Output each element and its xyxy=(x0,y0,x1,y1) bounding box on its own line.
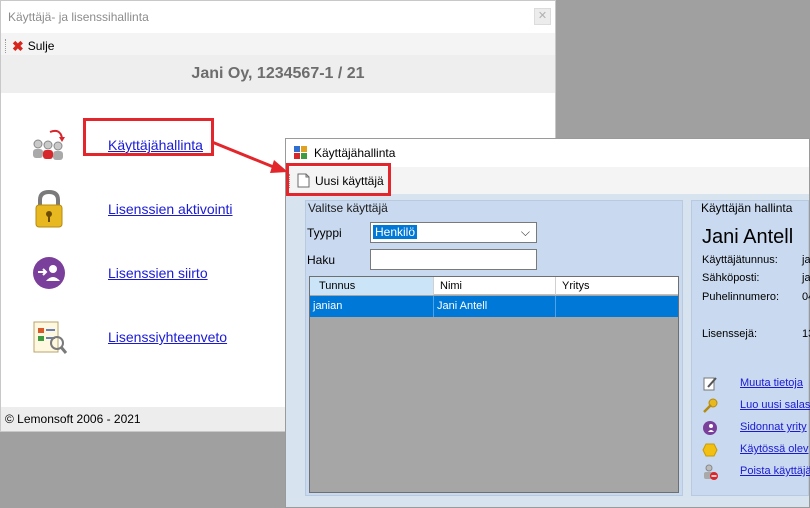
main-title-bar: Käyttäjä- ja lisenssihallinta ✕ xyxy=(1,1,555,33)
sub-window-body: Valitse käyttäjä Tyyppi Henkilö ⌵ Haku T… xyxy=(286,194,810,507)
action-kaytossa-olevat[interactable]: Käytössä olev xyxy=(692,441,810,459)
action-link-kaytossa-olevat[interactable]: Käytössä olev xyxy=(740,443,808,455)
column-header-nimi[interactable]: Nimi xyxy=(434,277,556,295)
menu-link-lisenssien-siirto[interactable]: Lisenssien siirto xyxy=(108,265,208,281)
key-icon xyxy=(703,398,718,413)
type-label: Tyyppi xyxy=(307,226,342,240)
type-select-value: Henkilö xyxy=(373,225,418,239)
selected-user-name: Jani Antell xyxy=(702,226,794,248)
link-users-icon xyxy=(703,421,717,435)
search-input[interactable] xyxy=(370,249,537,270)
action-link-poista-kayttaja[interactable]: Poista käyttäjä xyxy=(740,465,810,477)
highlight-new-user-button xyxy=(286,163,391,196)
info-value-phone: 04 xyxy=(802,291,810,303)
app-window-icon xyxy=(294,146,307,159)
search-label: Haku xyxy=(307,253,336,267)
highlight-kayttajahallinta-link xyxy=(83,118,214,156)
cell-tunnus: janian xyxy=(310,296,434,317)
sub-window-title: Käyttäjähallinta xyxy=(314,146,396,160)
info-label-phone: Puhelinnumero: xyxy=(702,291,780,303)
type-select[interactable]: Henkilö ⌵ xyxy=(370,222,537,243)
menu-link-lisenssien-aktivointi[interactable]: Lisenssien aktivointi xyxy=(108,201,233,217)
cell-yritys xyxy=(556,296,678,317)
users-icon xyxy=(33,129,65,160)
user-management-group: Käyttäjän hallinta Jani Antell Käyttäjät… xyxy=(691,200,810,496)
table-row[interactable]: janian Jani Antell xyxy=(310,296,678,317)
menu-link-lisenssiyhteenveto[interactable]: Lisenssiyhteenveto xyxy=(108,329,227,345)
info-value-username: ja xyxy=(802,254,810,266)
action-link-muuta-tietoja[interactable]: Muuta tietoja xyxy=(740,377,803,389)
main-toolbar: ✖ Sulje xyxy=(1,33,555,55)
user-management-group-title: Käyttäjän hallinta xyxy=(701,201,793,215)
company-header: Jani Oy, 1234567-1 / 21 xyxy=(1,55,555,93)
select-user-group: Valitse käyttäjä Tyyppi Henkilö ⌵ Haku T… xyxy=(305,200,683,496)
info-label-licenses: Lisenssejä: xyxy=(702,328,758,340)
edit-icon xyxy=(703,377,717,391)
menu-item-lisenssien-aktivointi[interactable]: Lisenssien aktivointi xyxy=(1,184,281,234)
close-x-icon: ✖ xyxy=(12,38,24,54)
chevron-down-icon: ⌵ xyxy=(520,225,530,239)
menu-item-lisenssien-siirto[interactable]: Lisenssien siirto xyxy=(1,248,281,298)
padlock-icon xyxy=(35,189,63,228)
info-value-licenses: 13 xyxy=(802,328,810,340)
toolbar-grip-icon xyxy=(5,39,8,53)
select-user-group-title: Valitse käyttäjä xyxy=(308,201,388,215)
grid-header: Tunnus Nimi Yritys xyxy=(310,277,678,295)
users-grid: Tunnus Nimi Yritys janian Jani Antell xyxy=(309,276,679,493)
action-link-sidonnat-yrityksiin[interactable]: Sidonnat yrity xyxy=(740,421,807,433)
window-close-button[interactable]: ✕ xyxy=(534,8,551,25)
action-luo-uusi-salasana[interactable]: Luo uusi salas xyxy=(692,397,810,415)
action-poista-kayttaja[interactable]: Poista käyttäjä xyxy=(692,463,810,481)
column-header-yritys[interactable]: Yritys xyxy=(556,277,678,295)
column-header-tunnus[interactable]: Tunnus xyxy=(310,277,434,295)
remove-user-icon xyxy=(704,464,718,480)
highlight-arrow-icon xyxy=(211,140,288,173)
cell-nimi: Jani Antell xyxy=(434,296,556,317)
info-label-email: Sähköposti: xyxy=(702,272,760,284)
action-link-luo-uusi-salasana[interactable]: Luo uusi salas xyxy=(740,399,810,411)
info-label-username: Käyttäjätunnus: xyxy=(702,254,778,266)
info-value-email: ja xyxy=(802,272,810,284)
action-muuta-tietoja[interactable]: Muuta tietoja xyxy=(692,375,810,393)
action-sidonnat-yrityksiin[interactable]: Sidonnat yrity xyxy=(692,419,810,437)
menu-item-lisenssiyhteenveto[interactable]: Lisenssiyhteenveto xyxy=(1,312,281,362)
transfer-icon xyxy=(33,257,65,289)
sulje-button[interactable]: Sulje xyxy=(28,39,55,53)
report-icon xyxy=(33,321,68,354)
hexagon-icon xyxy=(702,443,718,457)
main-window-title: Käyttäjä- ja lisenssihallinta xyxy=(8,10,149,24)
